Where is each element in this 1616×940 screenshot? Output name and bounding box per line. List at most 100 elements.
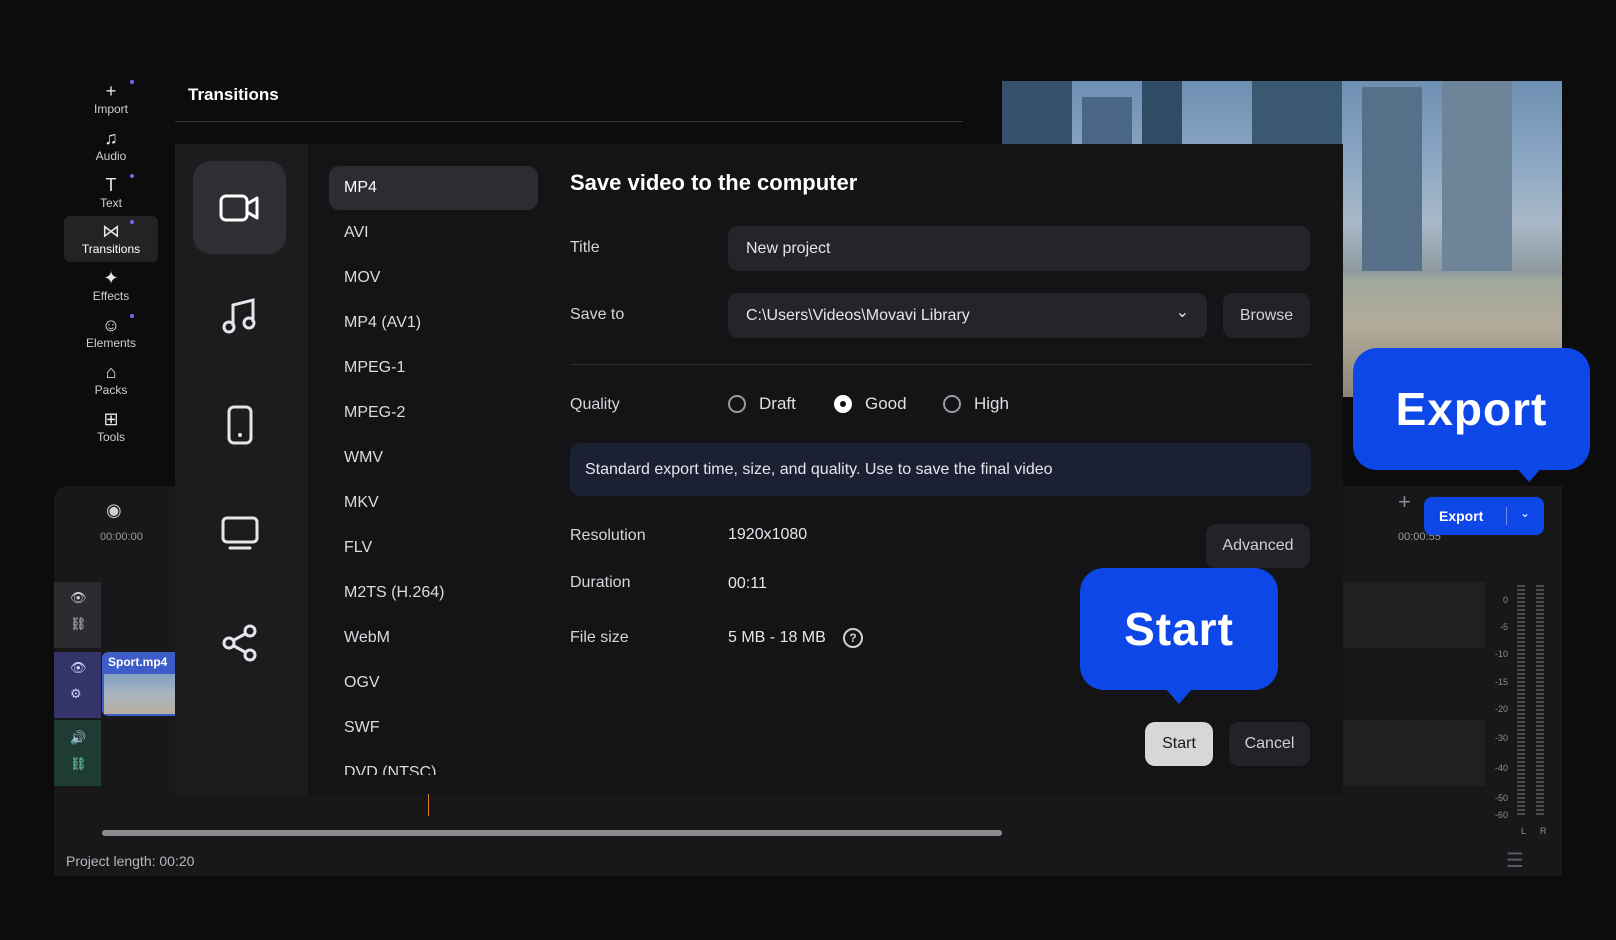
dialog-divider [570,364,1311,365]
record-icon[interactable]: ◉ [106,500,122,521]
sidebar-item-label: Packs [94,383,128,397]
save-to-label: Save to [570,306,625,323]
quality-radio-draft[interactable]: Draft [728,394,796,414]
export-callout: Export [1353,348,1590,470]
timeline-export-button[interactable]: Export ⌄ [1424,497,1544,535]
vu-scale-label: -30 [1494,733,1508,743]
new-indicator-dot [130,220,134,224]
radio-circle [834,395,852,413]
clip-name: Sport.mp4 [108,655,168,669]
filesize-label: File size [570,629,629,646]
chevron-down-icon[interactable]: ⌄ [1520,506,1530,520]
category-mobile[interactable] [193,378,286,471]
quality-label: Quality [570,396,620,413]
sidebar-item-label: Elements [85,336,137,350]
lock-icon[interactable]: ⚙ [70,686,82,702]
panel-divider [175,121,963,122]
building [1442,81,1512,271]
quality-description: Standard export time, size, and quality.… [570,443,1311,496]
duration-value: 00:11 [728,575,767,592]
quality-radio-high[interactable]: High [943,394,1009,414]
title-input[interactable]: New project [728,226,1310,271]
format-list: MP4 AVI MOV MP4 (AV1) MPEG-1 MPEG-2 WMV … [329,160,544,775]
format-item-webm[interactable]: WebM [329,616,538,660]
clip-thumbnail [104,674,175,714]
track-controls: 👁 ⛓ [54,582,101,648]
bowtie-icon: ⋈ [102,221,120,241]
format-item-flv[interactable]: FLV [329,526,538,570]
radio-label: Good [865,394,907,413]
sidebar-item-text[interactable]: T Text [64,170,158,216]
vu-bar-left [1517,585,1525,815]
sidebar-item-audio[interactable]: ♫ Audio [64,123,158,169]
sidebar-item-transitions[interactable]: ⋈ Transitions [64,216,158,262]
format-item-mpeg2[interactable]: MPEG-2 [329,391,538,435]
format-item-avi[interactable]: AVI [329,211,538,255]
format-item-mpeg1[interactable]: MPEG-1 [329,346,538,390]
title-label: Title [570,239,600,256]
vu-scale-label: -20 [1494,704,1508,714]
monitor-icon [221,516,258,549]
start-callout: Start [1080,568,1278,690]
format-item-mp4[interactable]: MP4 [329,166,538,210]
sidebar-item-label: Transitions [81,242,141,256]
format-item-m2ts[interactable]: M2TS (H.264) [329,571,538,615]
format-item-swf[interactable]: SWF [329,706,538,750]
quality-radio-good[interactable]: Good [834,394,907,414]
grid-plus-icon: ⊞ [103,409,119,429]
vu-channel-left: L [1521,826,1527,836]
plus-icon: + [105,81,117,101]
format-item-wmv[interactable]: WMV [329,436,538,480]
phone-icon [227,405,252,444]
vu-scale-label: -5 [1499,622,1508,632]
dialog-heading: Save video to the computer [570,170,858,195]
add-track-icon[interactable]: + [1398,489,1411,515]
sidebar-item-packs[interactable]: ⌂ Packs [64,357,158,403]
filesize-value: 5 MB - 18 MB [728,629,826,646]
format-item-dvd-ntsc[interactable]: DVD (NTSC) [329,751,538,775]
format-item-ogv[interactable]: OGV [329,661,538,705]
sidebar-item-effects[interactable]: ✦ Effects [64,263,158,309]
timecode-start: 00:00:00 [100,531,143,543]
music-icon [222,297,255,333]
category-video[interactable] [193,161,286,254]
track-lane [1343,720,1485,786]
sidebar-item-label: Effects [92,289,130,303]
smiley-icon: ☺ [101,315,121,335]
sidebar-item-import[interactable]: + Import [64,76,158,122]
help-icon[interactable]: ? [843,628,863,648]
duration-label: Duration [570,574,631,591]
link-icon[interactable]: ⛓ [70,616,87,632]
sidebar-item-tools[interactable]: ⊞ Tools [64,404,158,450]
unlink-icon[interactable]: ⛓ [70,756,87,772]
advanced-button[interactable]: Advanced [1206,524,1310,568]
start-button[interactable]: Start [1145,722,1213,766]
timeline-scrollbar[interactable] [102,830,1002,836]
category-tv[interactable] [193,486,286,579]
video-clip[interactable]: Sport.mp4 [102,652,175,716]
category-share[interactable] [193,596,286,689]
format-item-mp4-av1[interactable]: MP4 (AV1) [329,301,538,345]
sidebar-item-label: Tools [96,430,125,444]
sidebar-item-label: Import [93,102,128,116]
format-item-mkv[interactable]: MKV [329,481,538,525]
start-callout-pointer [1165,688,1193,704]
save-to-select[interactable]: C:\Users\Videos\Movavi Library ⌄ [728,293,1207,338]
eye-icon[interactable]: 👁 [70,660,87,676]
format-item-mov[interactable]: MOV [329,256,538,300]
list-view-icon[interactable]: ☰ [1506,848,1524,873]
sidebar-item-elements[interactable]: ☺ Elements [64,310,158,356]
resolution-value: 1920x1080 [728,526,808,543]
eye-icon[interactable]: 👁 [70,590,87,606]
radio-circle [728,395,746,413]
cancel-button[interactable]: Cancel [1229,722,1310,766]
split-divider [1506,507,1507,525]
browse-button[interactable]: Browse [1223,293,1310,338]
resolution-label: Resolution [570,527,646,544]
video-camera-icon [219,194,258,221]
video-track-controls: 👁 ⚙ [54,652,101,718]
category-audio[interactable] [193,269,286,362]
speaker-icon[interactable]: 🔊 [70,730,86,746]
sidebar-item-label: Text [99,196,122,210]
export-callout-pointer [1515,466,1543,482]
